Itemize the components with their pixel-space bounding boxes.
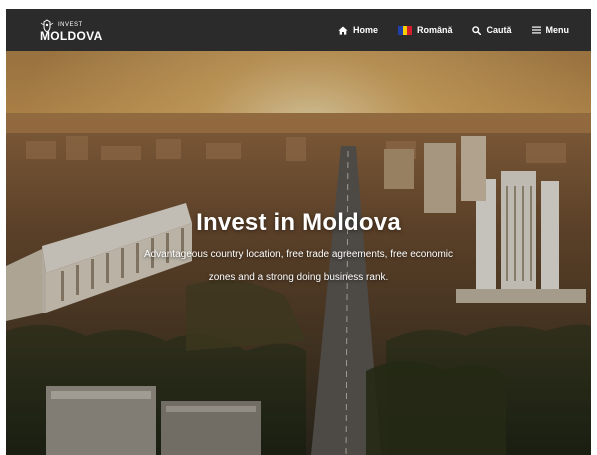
nav-home-link[interactable]: Home xyxy=(338,25,378,35)
hero-subtitle: Advantageous country location, free trad… xyxy=(143,249,454,283)
search-link[interactable]: Caută xyxy=(472,25,512,35)
language-label: Română xyxy=(416,25,453,35)
logo-text-moldova: MOLDOVA xyxy=(40,29,103,43)
nav-home-label: Home xyxy=(352,25,378,35)
hero-section: Invest in Moldova Advantageous country l… xyxy=(6,51,591,455)
search-label: Caută xyxy=(486,25,512,35)
menu-label: Menu xyxy=(545,25,570,35)
nav-menu: Home Română Caută Menu xyxy=(318,9,569,51)
home-icon xyxy=(338,26,348,35)
menu-icon xyxy=(531,26,541,34)
page-frame: INVEST MOLDOVA Home Română Caută Menu In… xyxy=(6,9,591,455)
top-navbar: INVEST MOLDOVA Home Română Caută Menu xyxy=(6,9,591,51)
invest-moldova-logo[interactable]: INVEST MOLDOVA xyxy=(40,19,102,43)
language-selector[interactable]: Română xyxy=(397,25,453,35)
hero-title: Invest in Moldova xyxy=(196,209,401,236)
romania-flag-icon xyxy=(397,25,412,35)
search-icon xyxy=(472,25,482,35)
logo-text-invest: INVEST xyxy=(58,22,83,28)
menu-button[interactable]: Menu xyxy=(531,25,570,35)
